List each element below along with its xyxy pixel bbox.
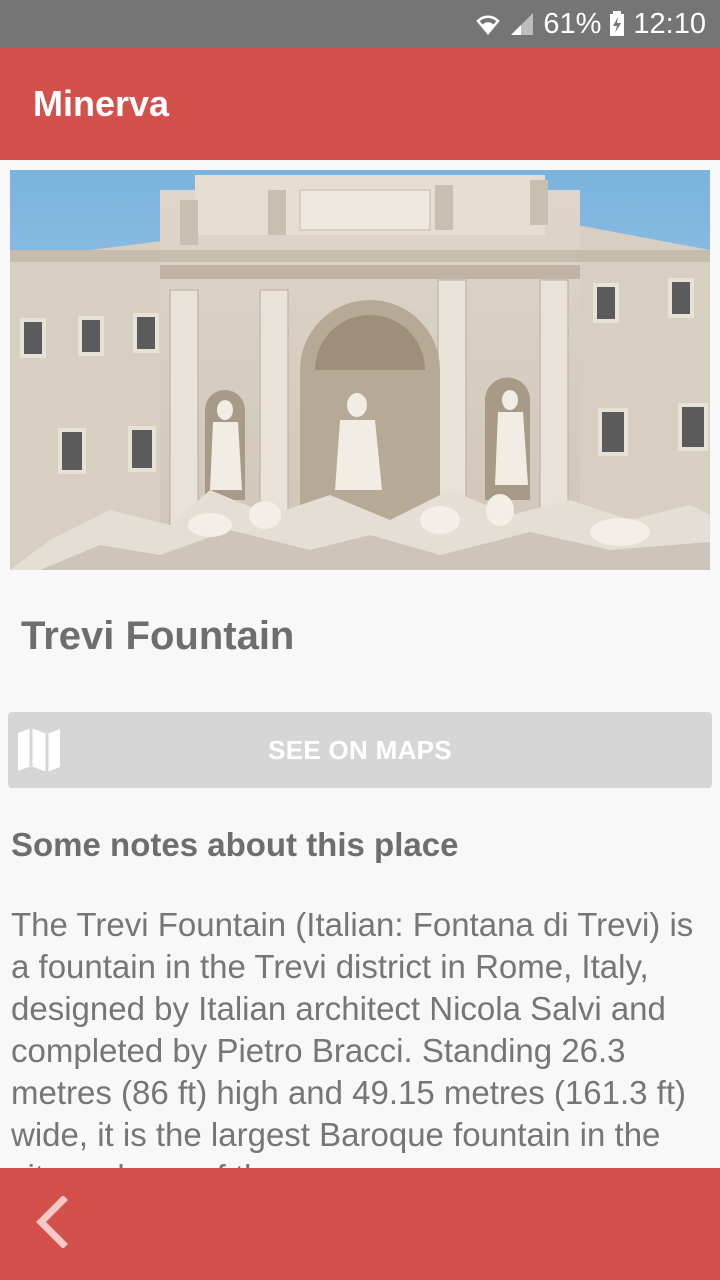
see-on-maps-button[interactable]: SEE ON MAPS (8, 712, 712, 788)
battery-charging-icon (609, 11, 625, 37)
clock: 12:10 (633, 7, 706, 40)
place-image (10, 170, 710, 570)
place-description: The Trevi Fountain (Italian: Fontana di … (11, 906, 694, 1195)
app-bar: Minerva (0, 48, 720, 160)
chevron-left-icon (33, 1195, 69, 1252)
app-title: Minerva (33, 83, 170, 124)
cell-signal-icon (509, 11, 535, 37)
status-bar: 61% 12:10 (0, 0, 720, 48)
back-button[interactable] (26, 1195, 76, 1252)
wifi-icon (475, 11, 501, 37)
map-icon (14, 725, 64, 779)
place-title: Trevi Fountain (21, 614, 295, 658)
battery-percent: 61% (543, 7, 602, 40)
see-on-maps-label: SEE ON MAPS (268, 734, 452, 765)
bottom-bar (0, 1168, 720, 1280)
notes-heading: Some notes about this place (11, 826, 459, 863)
